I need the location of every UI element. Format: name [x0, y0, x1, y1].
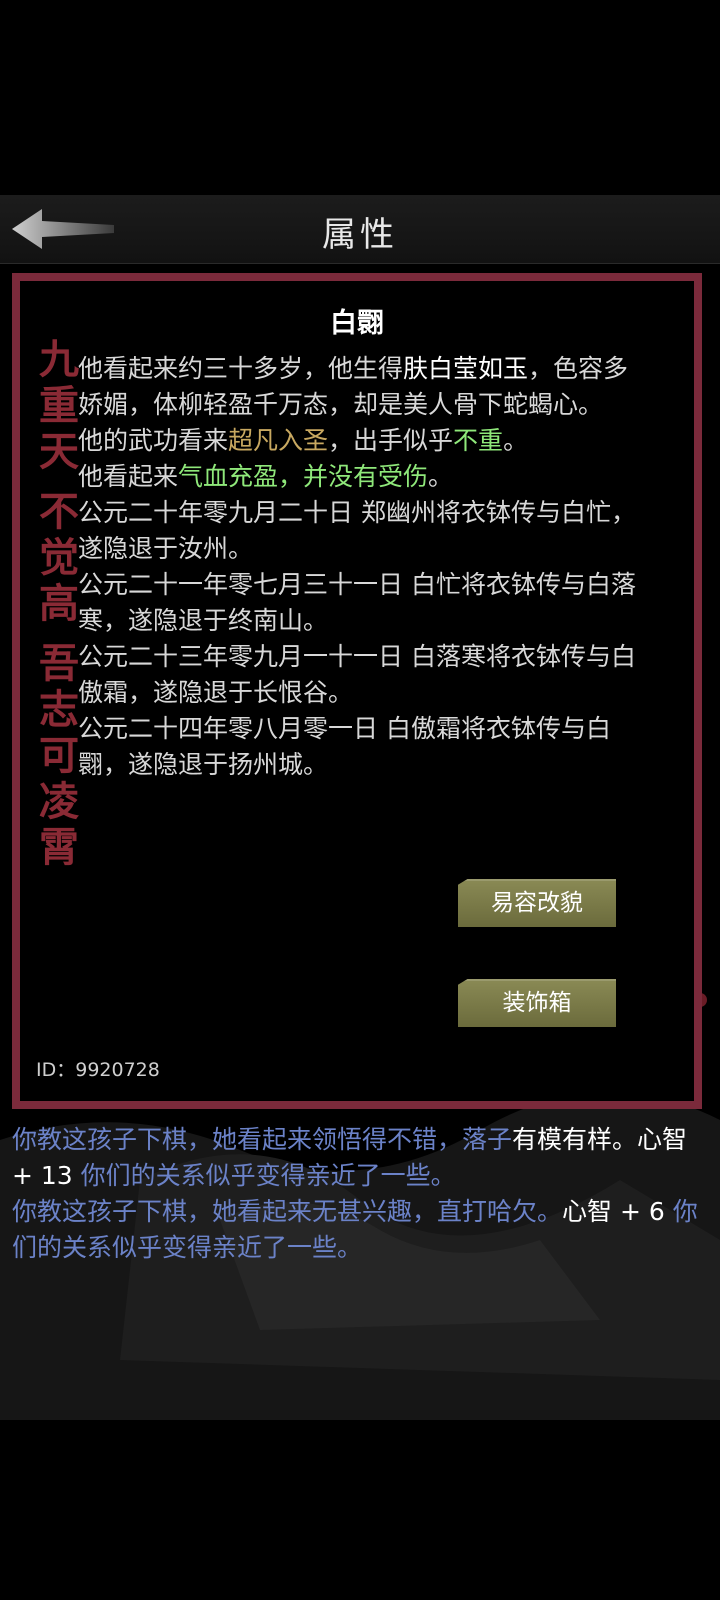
- log-entry: 你教这孩子下棋，她看起来领悟得不错，落子有模有样。心智 + 13 你们的关系似乎…: [12, 1122, 702, 1194]
- description-segment: 他看起来约三十多岁，他生得: [78, 354, 404, 383]
- description-segment: 。: [503, 426, 529, 455]
- description-segment: 他看起来: [78, 462, 179, 491]
- calligraphy-char: 重: [39, 382, 79, 429]
- description-segment: 不重: [453, 426, 504, 455]
- log-segment: 。: [612, 1125, 638, 1154]
- calligraphy-char: 吾: [39, 640, 79, 687]
- log-entry: 你教这孩子下棋，她看起来无甚兴趣，直打哈欠。心智 + 6 你们的关系似乎变得亲近…: [12, 1194, 702, 1266]
- log-segment: 你们的关系似乎变得亲近了一些。: [80, 1161, 456, 1190]
- description-line: 公元二十一年零七月三十一日 白忙将衣钵传与白落寒，遂隐退于终南山。: [78, 567, 638, 639]
- log-segment: 有模有样: [512, 1125, 613, 1154]
- calligraphy-char: 可: [39, 732, 79, 779]
- description-segment: 公元二十年零九月二十日 郑幽州将衣钵传与白忙，遂隐退于汝州。: [78, 498, 636, 563]
- description-line: 他看起来约三十多岁，他生得肤白莹如玉，色容多娇媚，体柳轻盈千万态，却是美人骨下蛇…: [78, 351, 638, 423]
- description-line: 公元二十四年零八月零一日 白傲霜将衣钵传与白翾，遂隐退于扬州城。: [78, 711, 638, 783]
- character-name: 白翾: [330, 308, 384, 339]
- description-line: 公元二十三年零九月一十一日 白落寒将衣钵传与白傲霜，遂隐退于长恨谷。: [78, 639, 638, 711]
- description-segment: ，出手似乎: [328, 426, 454, 455]
- calligraphy-gap: [34, 475, 84, 489]
- player-id: ID：9920728: [36, 1059, 160, 1081]
- log-segment: 你教这孩子下棋，她看起来领悟得不错，落子: [12, 1125, 513, 1154]
- character-description: 他看起来约三十多岁，他生得肤白莹如玉，色容多娇媚，体柳轻盈千万态，却是美人骨下蛇…: [78, 351, 638, 783]
- calligraphy-char: 不: [39, 488, 79, 535]
- disguise-button[interactable]: 易容改貌: [458, 879, 616, 927]
- calligraphy-gap: [34, 627, 84, 641]
- calligraphy-poem: 九重天不觉高吾志可凌霄: [34, 337, 84, 871]
- description-segment: 气血充盈，并没有受伤: [178, 462, 429, 491]
- description-segment: 公元二十三年零九月一十一日 白落寒将衣钵传与白傲霜，遂隐退于长恨谷。: [78, 642, 636, 707]
- description-segment: 超凡入圣: [228, 426, 329, 455]
- event-log: 你教这孩子下棋，她看起来领悟得不错，落子有模有样。心智 + 13 你们的关系似乎…: [12, 1122, 702, 1266]
- calligraphy-char: 志: [39, 686, 79, 733]
- log-segment: 你教这孩子下棋，她看起来无甚兴趣，直打哈欠。: [12, 1197, 563, 1226]
- description-segment: 。: [428, 462, 454, 491]
- description-segment: 公元二十一年零七月三十一日 白忙将衣钵传与白落寒，遂隐退于终南山。: [78, 570, 636, 635]
- calligraphy-char: 霄: [39, 824, 79, 871]
- calligraphy-char: 凌: [39, 778, 79, 825]
- page-title: 属性: [322, 215, 398, 255]
- description-line: 他的武功看来超凡入圣，出手似乎不重。: [78, 423, 638, 459]
- attribute-panel-content: 白翾 九重天不觉高吾志可凌霄 他看起来约三十多岁，他生得肤白莹如玉，色容多娇媚，…: [20, 281, 694, 1101]
- description-segment: 公元二十四年零八月零一日 白傲霜将衣钵传与白翾，遂隐退于扬州城。: [78, 714, 611, 779]
- calligraphy-char: 天: [39, 428, 79, 475]
- description-segment: 肤白莹如玉: [403, 354, 529, 383]
- log-segment: 心智 + 6: [562, 1197, 673, 1226]
- wardrobe-button[interactable]: 装饰箱: [458, 979, 616, 1027]
- description-segment: 他的武功看来: [78, 426, 229, 455]
- calligraphy-char: 高: [39, 580, 79, 627]
- calligraphy-char: 九: [39, 336, 79, 383]
- calligraphy-char: 觉: [39, 534, 79, 581]
- description-line: 公元二十年零九月二十日 郑幽州将衣钵传与白忙，遂隐退于汝州。: [78, 495, 638, 567]
- description-line: 他看起来气血充盈，并没有受伤。: [78, 459, 638, 495]
- top-bar: 属性: [0, 195, 720, 264]
- attribute-panel: 白翾 九重天不觉高吾志可凌霄 他看起来约三十多岁，他生得肤白莹如玉，色容多娇媚，…: [12, 273, 702, 1109]
